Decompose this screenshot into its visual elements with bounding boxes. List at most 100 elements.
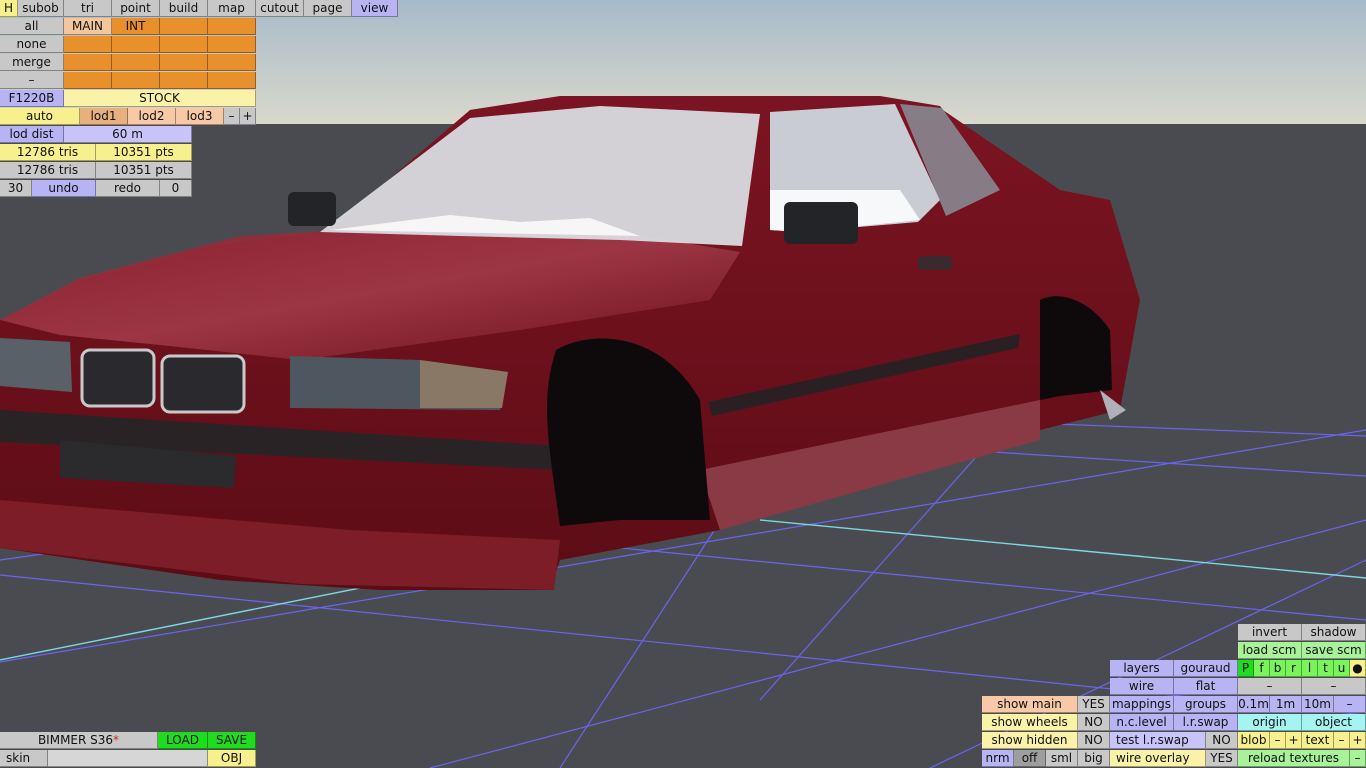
file-name-text: BIMMER S36: [37, 733, 114, 747]
layer-slot[interactable]: [160, 72, 208, 89]
menu-map[interactable]: map: [208, 0, 256, 17]
layer-int-button[interactable]: INT: [112, 18, 160, 35]
redo-button[interactable]: redo: [96, 180, 160, 197]
grid-10m-button[interactable]: 10m: [1302, 696, 1334, 713]
tris-count-total: 12786 tris: [0, 162, 96, 179]
sml-button[interactable]: sml: [1046, 750, 1078, 767]
dash-button-1[interactable]: –: [1238, 678, 1302, 695]
undo-button[interactable]: undo: [32, 180, 96, 197]
flag-f-button[interactable]: f: [1254, 660, 1270, 677]
load-button[interactable]: LOAD: [158, 732, 208, 749]
object-button[interactable]: object: [1302, 714, 1366, 731]
object-code-button[interactable]: F1220B: [0, 90, 64, 107]
flag-b-button[interactable]: b: [1270, 660, 1286, 677]
blob-plus-button[interactable]: +: [1286, 732, 1302, 749]
blob-button[interactable]: blob: [1238, 732, 1270, 749]
nc-level-button[interactable]: n.c.level: [1110, 714, 1174, 731]
flag-r-button[interactable]: r: [1286, 660, 1302, 677]
nrm-button[interactable]: nrm: [982, 750, 1014, 767]
load-scm-button[interactable]: load scm: [1238, 642, 1302, 659]
h-toggle-button[interactable]: H: [0, 0, 18, 17]
menu-subob[interactable]: subob: [18, 0, 64, 17]
skin-field[interactable]: [48, 750, 208, 767]
obj-button[interactable]: OBJ: [208, 750, 256, 767]
wire-overlay-toggle[interactable]: YES: [1206, 750, 1238, 767]
text-minus-button[interactable]: –: [1334, 732, 1350, 749]
layers-view-button[interactable]: layers: [1110, 660, 1174, 677]
origin-button[interactable]: origin: [1238, 714, 1302, 731]
lod1-button[interactable]: lod1: [80, 108, 128, 125]
layer-slot[interactable]: [64, 72, 112, 89]
layer-merge-button[interactable]: merge: [0, 54, 64, 71]
menu-page[interactable]: page: [304, 0, 352, 17]
save-scm-button[interactable]: save scm: [1302, 642, 1366, 659]
menu-view[interactable]: view: [352, 0, 398, 17]
lod-plus-button[interactable]: +: [240, 108, 256, 125]
reload-minus-button[interactable]: –: [1350, 750, 1366, 767]
show-hidden-toggle[interactable]: NO: [1078, 732, 1110, 749]
flat-button[interactable]: flat: [1174, 678, 1238, 695]
save-button[interactable]: SAVE: [208, 732, 256, 749]
gouraud-button[interactable]: gouraud: [1174, 660, 1238, 677]
flag-p-button[interactable]: P: [1238, 660, 1254, 677]
menu-cutout[interactable]: cutout: [256, 0, 304, 17]
reload-textures-button[interactable]: reload textures: [1238, 750, 1350, 767]
layer-slot[interactable]: [112, 72, 160, 89]
layer-slot[interactable]: [112, 36, 160, 53]
blob-minus-button[interactable]: –: [1270, 732, 1286, 749]
layer-dash-button[interactable]: –: [0, 72, 64, 89]
menu-point[interactable]: point: [112, 0, 160, 17]
layer-slot[interactable]: [208, 72, 256, 89]
lod-dist-value[interactable]: 60 m: [64, 126, 192, 143]
layer-slot[interactable]: [64, 54, 112, 71]
menu-tri[interactable]: tri: [64, 0, 112, 17]
invert-button[interactable]: invert: [1238, 624, 1302, 641]
text-plus-button[interactable]: +: [1350, 732, 1366, 749]
grid-1m-button[interactable]: 1m: [1270, 696, 1302, 713]
text-button[interactable]: text: [1302, 732, 1334, 749]
lod-dist-label: lod dist: [0, 126, 64, 143]
lod3-button[interactable]: lod3: [176, 108, 224, 125]
big-button[interactable]: big: [1078, 750, 1110, 767]
show-wheels-label[interactable]: show wheels: [982, 714, 1078, 731]
wire-button[interactable]: wire: [1110, 678, 1174, 695]
object-variant-button[interactable]: STOCK: [64, 90, 256, 107]
flag-u-button[interactable]: u: [1334, 660, 1350, 677]
show-main-label[interactable]: show main: [982, 696, 1078, 713]
wire-overlay-button[interactable]: wire overlay: [1110, 750, 1206, 767]
groups-button[interactable]: groups: [1174, 696, 1238, 713]
layer-all-button[interactable]: all: [0, 18, 64, 35]
layer-slot[interactable]: [208, 36, 256, 53]
layer-slot[interactable]: [208, 54, 256, 71]
file-name[interactable]: BIMMER S36*: [0, 732, 158, 749]
mappings-button[interactable]: mappings: [1110, 696, 1174, 713]
layer-slot[interactable]: [160, 36, 208, 53]
dash-button-2[interactable]: –: [1302, 678, 1366, 695]
grid-0-1m-button[interactable]: 0.1m: [1238, 696, 1270, 713]
grid-minus-button[interactable]: –: [1334, 696, 1366, 713]
layer-none-button[interactable]: none: [0, 36, 64, 53]
show-hidden-label[interactable]: show hidden: [982, 732, 1078, 749]
show-main-toggle[interactable]: YES: [1078, 696, 1110, 713]
lr-swap-button[interactable]: l.r.swap: [1174, 714, 1238, 731]
flag-l-button[interactable]: l: [1302, 660, 1318, 677]
skin-button[interactable]: skin: [0, 750, 48, 767]
shadow-button[interactable]: shadow: [1302, 624, 1366, 641]
test-lr-swap-button[interactable]: test l.r.swap: [1110, 732, 1206, 749]
layer-slot[interactable]: [208, 18, 256, 35]
layer-slot[interactable]: [64, 36, 112, 53]
pts-count: 10351 pts: [96, 144, 192, 161]
test-lr-swap-toggle[interactable]: NO: [1206, 732, 1238, 749]
show-wheels-toggle[interactable]: NO: [1078, 714, 1110, 731]
layer-slot[interactable]: [160, 54, 208, 71]
lod-auto-button[interactable]: auto: [0, 108, 80, 125]
menu-build[interactable]: build: [160, 0, 208, 17]
flag-dot-button[interactable]: ●: [1350, 660, 1366, 677]
layer-main-button[interactable]: MAIN: [64, 18, 112, 35]
layer-slot[interactable]: [160, 18, 208, 35]
layer-slot[interactable]: [112, 54, 160, 71]
flag-t-button[interactable]: t: [1318, 660, 1334, 677]
lod-minus-button[interactable]: –: [224, 108, 240, 125]
lod2-button[interactable]: lod2: [128, 108, 176, 125]
off-button[interactable]: off: [1014, 750, 1046, 767]
